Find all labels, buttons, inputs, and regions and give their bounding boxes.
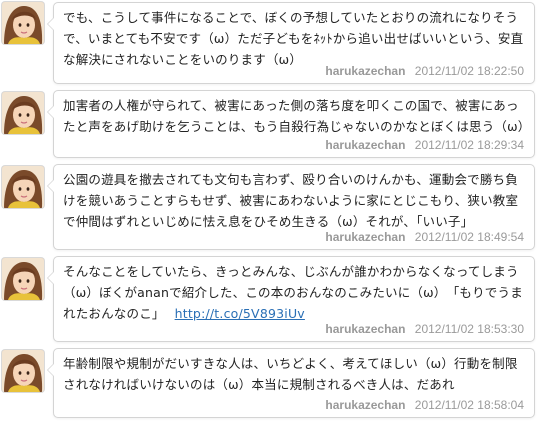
tweet-item: 加害者の人権が守られて、被害にあった側の落ち度を叩くこの国で、被害にあったと声を… xyxy=(0,88,540,160)
tweet-body: 加害者の人権が守られて、被害にあった側の落ち度を叩くこの国で、被害にあったと声を… xyxy=(63,98,531,134)
tweet-bubble: でも、こうして事件になることで、ぼくの予想していたとおりの流れになりそうで、いま… xyxy=(47,2,535,84)
bubble-arrow-inner xyxy=(48,18,54,30)
user-avatar[interactable] xyxy=(2,2,44,44)
tweet-meta: harukazechan 2012/11/02 18:53:30 xyxy=(325,322,524,336)
tweet-timestamp[interactable]: 2012/11/02 18:58:04 xyxy=(415,398,524,412)
tweet-bubble: 公園の遊具を撤去されても文句も言わず、殴り合いのけんかも、運動会で勝ち負けを競い… xyxy=(47,164,535,250)
tweet-text: 加害者の人権が守られて、被害にあった側の落ち度を叩くこの国で、被害にあったと声を… xyxy=(63,95,530,137)
tweet-text: 公園の遊具を撤去されても文句も言わず、殴り合いのけんかも、運動会で勝ち負けを競い… xyxy=(63,169,527,232)
tweet-feed: でも、こうして事件になることで、ぼくの予想していたとおりの流れになりそうで、いま… xyxy=(0,0,540,424)
tweet-username[interactable]: harukazechan xyxy=(325,138,405,152)
tweet-link[interactable]: http://t.co/5V893iUv xyxy=(175,306,305,321)
tweet-timestamp[interactable]: 2012/11/02 18:29:34 xyxy=(415,138,524,152)
avatar-icon xyxy=(2,166,44,208)
tweet-meta: harukazechan 2012/11/02 18:58:04 xyxy=(325,398,524,412)
tweet-item: 年齢制限や規制がだいすきな人は、いちどよく、考えてほしい（ω）行動を制限されなけ… xyxy=(0,346,540,420)
tweet-body: でも、こうして事件になることで、ぼくの予想していたとおりの流れになりそうで、いま… xyxy=(63,10,524,67)
tweet-bubble: 年齢制限や規制がだいすきな人は、いちどよく、考えてほしい（ω）行動を制限されなけ… xyxy=(47,348,535,418)
bubble-arrow-inner xyxy=(48,106,54,118)
tweet-timestamp[interactable]: 2012/11/02 18:53:30 xyxy=(415,322,524,336)
avatar-icon xyxy=(2,350,44,392)
tweet-item: そんなことをしていたら、きっとみんな、じぶんが誰かわからなくなってしまう（ω）ぼ… xyxy=(0,254,540,342)
tweet-text: でも、こうして事件になることで、ぼくの予想していたとおりの流れになりそうで、いま… xyxy=(63,7,527,70)
user-avatar[interactable] xyxy=(2,92,44,134)
tweet-username[interactable]: harukazechan xyxy=(325,322,405,336)
avatar-icon xyxy=(2,258,44,300)
tweet-username[interactable]: harukazechan xyxy=(325,64,405,78)
tweet-item: 公園の遊具を撤去されても文句も言わず、殴り合いのけんかも、運動会で勝ち負けを競い… xyxy=(0,162,540,250)
avatar-icon xyxy=(2,92,44,134)
tweet-body: 年齢制限や規制がだいすきな人は、いちどよく、考えてほしい（ω）行動を制限されなけ… xyxy=(63,356,518,392)
tweet-username[interactable]: harukazechan xyxy=(325,230,405,244)
tweet-timestamp[interactable]: 2012/11/02 18:49:54 xyxy=(415,230,524,244)
tweet-timestamp[interactable]: 2012/11/02 18:22:50 xyxy=(415,64,524,78)
tweet-bubble: 加害者の人権が守られて、被害にあった側の落ち度を叩くこの国で、被害にあったと声を… xyxy=(47,90,535,158)
user-avatar[interactable] xyxy=(2,350,44,392)
tweet-item: でも、こうして事件になることで、ぼくの予想していたとおりの流れになりそうで、いま… xyxy=(0,0,540,86)
user-avatar[interactable] xyxy=(2,258,44,300)
bubble-arrow-inner xyxy=(48,364,54,376)
tweet-text: 年齢制限や規制がだいすきな人は、いちどよく、考えてほしい（ω）行動を制限されなけ… xyxy=(63,353,527,395)
tweet-body: 公園の遊具を撤去されても文句も言わず、殴り合いのけんかも、運動会で勝ち負けを競い… xyxy=(63,172,519,229)
tweet-meta: harukazechan 2012/11/02 18:22:50 xyxy=(325,64,524,78)
avatar-icon xyxy=(2,2,44,44)
tweet-username[interactable]: harukazechan xyxy=(325,398,405,412)
tweet-meta: harukazechan 2012/11/02 18:49:54 xyxy=(325,230,524,244)
tweet-meta: harukazechan 2012/11/02 18:29:34 xyxy=(325,138,524,152)
tweet-text: そんなことをしていたら、きっとみんな、じぶんが誰かわからなくなってしまう（ω）ぼ… xyxy=(63,261,527,324)
bubble-arrow-inner xyxy=(48,180,54,192)
tweet-bubble: そんなことをしていたら、きっとみんな、じぶんが誰かわからなくなってしまう（ω）ぼ… xyxy=(47,256,535,342)
bubble-arrow-inner xyxy=(48,272,54,284)
user-avatar[interactable] xyxy=(2,166,44,208)
